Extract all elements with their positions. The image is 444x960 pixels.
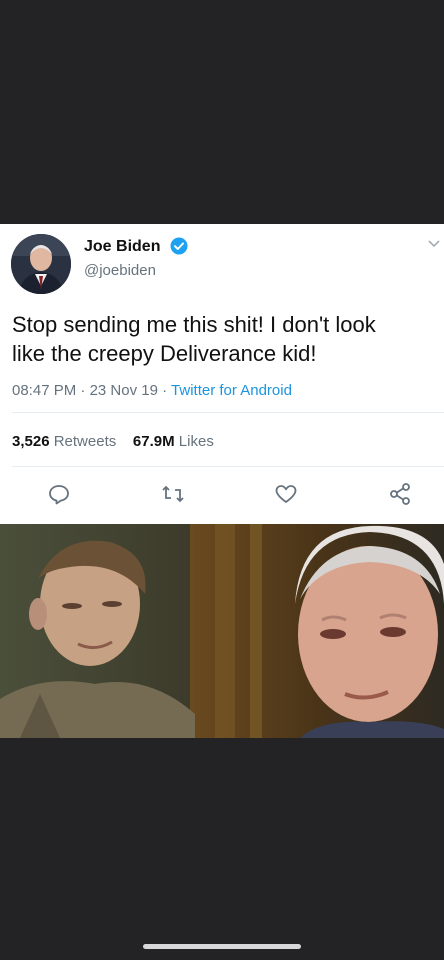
tweet-text-line: Stop sending me this shit! I don't look — [12, 312, 376, 337]
tweet-meta: 08:47 PM · 23 Nov 19 · Twitter for Andro… — [12, 382, 292, 399]
tweet-source-link[interactable]: Twitter for Android — [171, 382, 292, 399]
tweet-stats: 3,526 Retweets 67.9M Likes — [12, 433, 214, 450]
handle[interactable]: @joebiden — [84, 262, 156, 279]
like-button[interactable] — [273, 481, 299, 507]
meta-separator: · — [80, 382, 90, 399]
divider — [12, 466, 444, 467]
verified-badge-icon — [170, 237, 188, 255]
tweet-date: 23 Nov 19 — [89, 382, 158, 399]
avatar-photo — [11, 234, 71, 294]
tweet-time: 08:47 PM — [12, 382, 77, 399]
display-name[interactable]: Joe Biden — [84, 238, 160, 256]
tweet-text-line: like the creepy Deliverance kid! — [12, 341, 317, 366]
likes-stat[interactable]: 67.9M Likes — [133, 433, 214, 450]
retweets-stat[interactable]: 3,526 Retweets — [12, 433, 116, 450]
tweet-text: Stop sending me this shit! I don't look … — [12, 310, 444, 368]
retweet-icon — [162, 485, 184, 503]
reply-button[interactable] — [46, 481, 72, 507]
heart-icon — [275, 485, 297, 503]
reply-icon — [49, 485, 69, 505]
retweets-count: 3,526 — [12, 433, 50, 450]
home-indicator[interactable] — [143, 944, 301, 949]
meta-separator: · — [162, 382, 172, 399]
photo-image — [0, 524, 444, 738]
tweet-card: Joe Biden @joebiden Stop sending me this… — [0, 224, 444, 524]
likes-label: Likes — [178, 433, 214, 450]
avatar[interactable] — [11, 234, 71, 294]
share-icon — [390, 483, 410, 505]
chevron-down-icon[interactable] — [428, 240, 440, 248]
share-button[interactable] — [387, 481, 413, 507]
divider — [12, 412, 444, 413]
retweets-label: Retweets — [53, 433, 117, 450]
retweet-button[interactable] — [160, 481, 186, 507]
attached-photo[interactable] — [0, 524, 444, 738]
likes-count: 67.9M — [132, 433, 175, 450]
